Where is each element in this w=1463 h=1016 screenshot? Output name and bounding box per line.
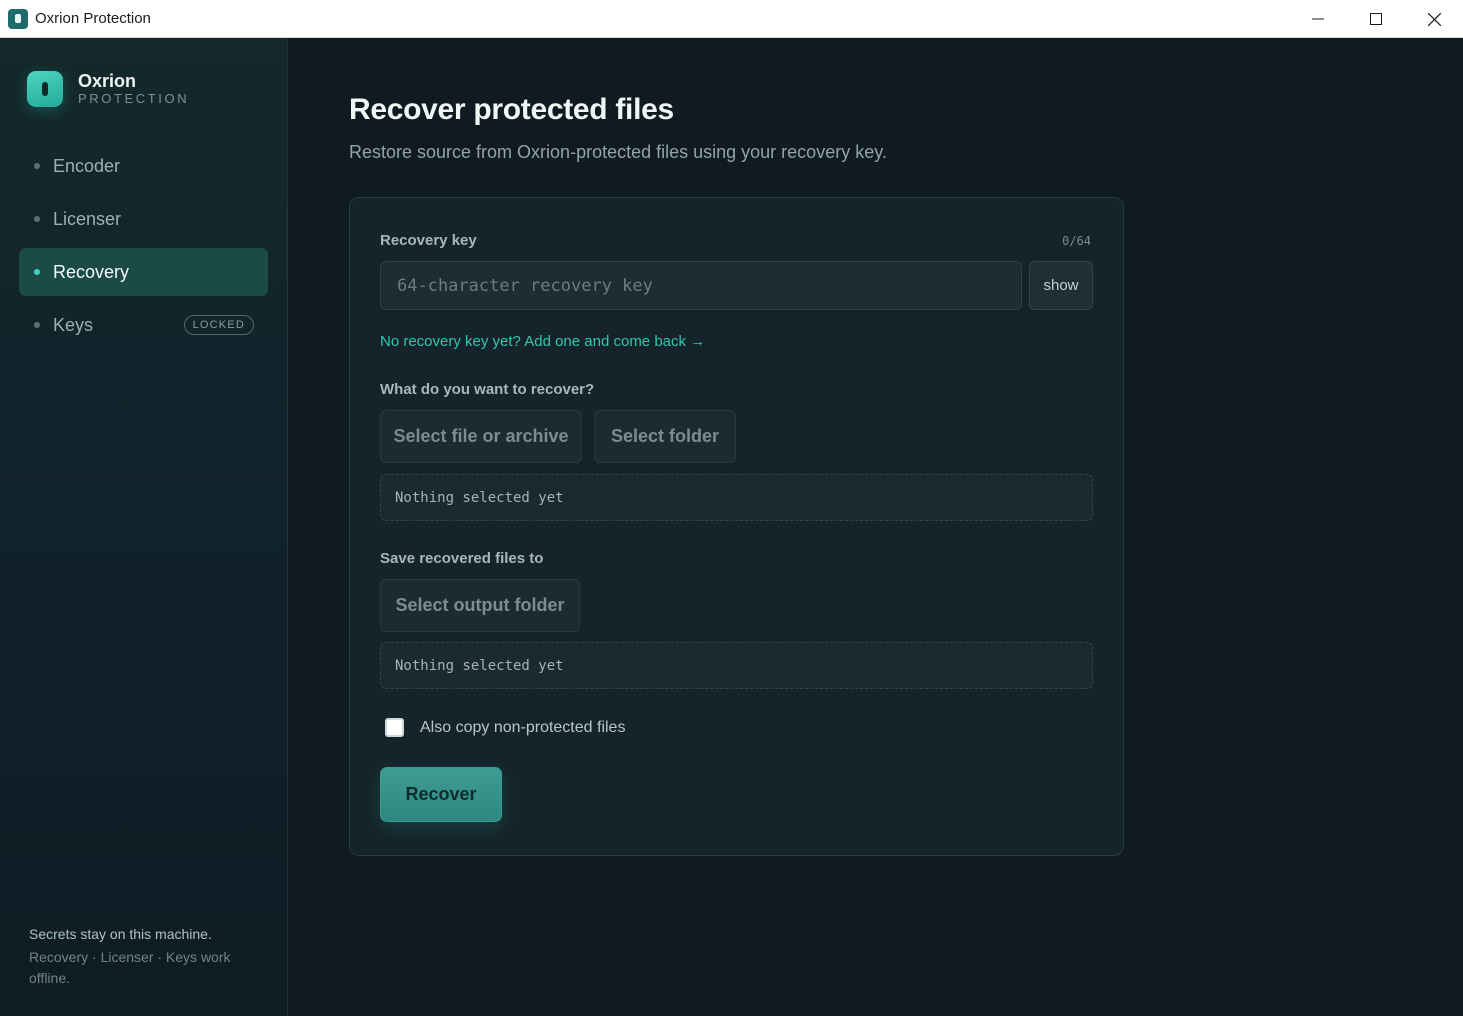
locked-badge: LOCKED — [183, 315, 254, 335]
copy-option-label[interactable]: Also copy non-protected files — [420, 719, 625, 737]
footer-note: Secrets stay on this machine. — [29, 926, 212, 942]
sidebar-item-licenser[interactable]: Licenser — [19, 195, 268, 243]
output-selection: Nothing selected yet — [380, 642, 1093, 689]
brand-name: Oxrion — [78, 71, 137, 91]
source-selection: Nothing selected yet — [380, 474, 1093, 521]
window-title: Oxrion Protection — [35, 10, 151, 27]
show-key-button[interactable]: show — [1029, 261, 1093, 310]
copy-nonprotected-checkbox[interactable] — [385, 718, 404, 737]
title-bar: Oxrion Protection — [0, 0, 1463, 38]
sidebar-item-recovery[interactable]: Recovery — [19, 248, 268, 296]
footer-detail: Recovery · Licenser · Keys work offline. — [29, 949, 231, 986]
brand-logo-icon — [27, 71, 63, 107]
recover-button[interactable]: Recover — [380, 767, 502, 822]
sidebar-footer: Secrets stay on this machine. Recovery ·… — [29, 924, 259, 989]
sidebar: Oxrion PROTECTION Encoder Licenser Recov… — [0, 38, 288, 1016]
copy-option-row: Also copy non-protected files — [385, 718, 625, 737]
main-content: Recover protected files Restore source f… — [289, 38, 1463, 1016]
brand-subtitle: PROTECTION — [78, 91, 190, 106]
recovery-key-input[interactable] — [380, 261, 1022, 310]
page-subtitle: Restore source from Oxrion-protected fil… — [349, 142, 887, 162]
page-title: Recover protected files — [349, 93, 674, 126]
sidebar-item-label: Keys — [53, 314, 94, 335]
bullet-icon — [34, 216, 40, 222]
recovery-key-counter: 0/64 — [1062, 234, 1091, 248]
bullet-icon — [34, 269, 40, 275]
brand: Oxrion PROTECTION — [27, 71, 189, 107]
recovery-key-label: Recovery key — [380, 232, 477, 249]
source-label: What do you want to recover? — [380, 381, 595, 398]
select-file-button[interactable]: Select file or archive — [380, 410, 582, 463]
output-label: Save recovered files to — [380, 550, 544, 567]
maximize-icon[interactable] — [1347, 0, 1405, 38]
bullet-icon — [34, 322, 40, 328]
select-folder-button[interactable]: Select folder — [594, 410, 736, 463]
select-output-folder-button[interactable]: Select output folder — [380, 579, 580, 632]
sidebar-item-label: Recovery — [53, 261, 130, 282]
minimize-icon[interactable] — [1289, 0, 1347, 38]
sidebar-item-keys[interactable]: Keys LOCKED — [19, 301, 268, 349]
sidebar-item-label: Licenser — [53, 208, 122, 229]
app-icon — [8, 8, 28, 29]
window-controls — [1289, 0, 1463, 38]
bullet-icon — [34, 163, 40, 169]
sidebar-item-encoder[interactable]: Encoder — [19, 142, 268, 190]
sidebar-item-label: Encoder — [53, 155, 121, 176]
recovery-card: Recovery key 0/64 show No recovery key y… — [349, 197, 1124, 856]
sidebar-nav: Encoder Licenser Recovery Keys LOCKED — [19, 142, 268, 354]
add-recovery-key-link[interactable]: No recovery key yet? Add one and come ba… — [380, 333, 705, 350]
close-icon[interactable] — [1405, 0, 1463, 38]
